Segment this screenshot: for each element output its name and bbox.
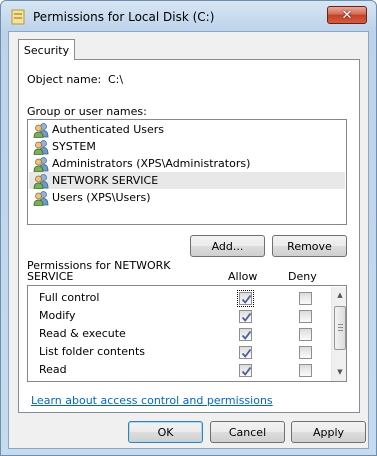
- tab-security[interactable]: Security: [18, 39, 75, 60]
- user-group-icon: [33, 190, 49, 206]
- deny-checkbox[interactable]: [299, 328, 312, 341]
- permission-row: Full control: [29, 289, 331, 307]
- permission-name: Read: [39, 363, 67, 376]
- security-tab-panel: Object name: C:\ Group or user names: Au…: [18, 59, 360, 413]
- drive-icon: [11, 9, 25, 25]
- user-list-item[interactable]: Authenticated Users: [29, 121, 345, 138]
- title-bar[interactable]: Permissions for Local Disk (C:) ✕: [1, 1, 376, 31]
- remove-button[interactable]: Remove: [272, 235, 347, 257]
- user-group-icon: [33, 139, 49, 155]
- allow-column-header: Allow: [228, 270, 258, 283]
- check-mark-icon: [241, 330, 252, 340]
- permission-name: Full control: [39, 291, 100, 304]
- deny-checkbox[interactable]: [299, 364, 312, 377]
- scroll-thumb[interactable]: [334, 306, 346, 350]
- close-icon: ✕: [341, 7, 353, 23]
- user-list-item-label: NETWORK SERVICE: [52, 174, 159, 187]
- dialog-body: Security Object name: C:\ Group or user …: [8, 31, 369, 449]
- user-list-item-label: Administrators (XPS\Administrators): [52, 157, 251, 170]
- permission-row: Modify: [29, 307, 331, 325]
- deny-column-header: Deny: [288, 270, 317, 283]
- close-button[interactable]: ✕: [327, 6, 367, 24]
- check-mark-icon: [241, 366, 252, 376]
- permission-name: Modify: [39, 309, 76, 322]
- permission-row: Read: [29, 361, 331, 379]
- object-name-label: Object name:: [27, 73, 102, 86]
- group-list-label: Group or user names:: [27, 105, 147, 118]
- permissions-list: Read List folder contents Read & execute Mo…: [27, 285, 347, 382]
- user-list-item[interactable]: NETWORK SERVICE: [29, 172, 345, 189]
- allow-checkbox[interactable]: [239, 364, 252, 377]
- permission-row: List folder contents: [29, 343, 331, 361]
- ok-button[interactable]: OK: [128, 421, 203, 443]
- check-mark-icon: [241, 294, 252, 304]
- permission-name: List folder contents: [39, 345, 145, 358]
- deny-checkbox[interactable]: [299, 292, 312, 305]
- scroll-up-icon[interactable]: ▲: [332, 287, 346, 303]
- allow-checkbox[interactable]: [239, 346, 252, 359]
- user-list-item[interactable]: Administrators (XPS\Administrators): [29, 155, 345, 172]
- allow-checkbox[interactable]: [237, 290, 254, 307]
- apply-button[interactable]: Apply: [291, 421, 366, 443]
- permissions-label-line2: SERVICE: [27, 270, 74, 283]
- scroll-down-icon[interactable]: ▼: [332, 364, 346, 380]
- deny-checkbox[interactable]: [299, 346, 312, 359]
- access-control-help-link[interactable]: Learn about access control and permissio…: [31, 394, 273, 407]
- user-list-item-label: Users (XPS\Users): [52, 191, 151, 204]
- user-list-item[interactable]: Users (XPS\Users): [29, 189, 345, 206]
- permission-row: Read & execute: [29, 325, 331, 343]
- grip-line: [338, 324, 343, 325]
- add-button[interactable]: Add...: [190, 235, 265, 257]
- grip-line: [338, 327, 343, 328]
- group-user-list[interactable]: Authenticated Users SYSTEM Administrators …: [27, 119, 347, 225]
- user-list-item-label: Authenticated Users: [52, 123, 165, 136]
- allow-checkbox[interactable]: [239, 310, 252, 323]
- user-group-icon: [33, 122, 49, 138]
- check-mark-icon: [241, 348, 252, 358]
- cancel-button[interactable]: Cancel: [210, 421, 285, 443]
- permission-name: Read & execute: [39, 327, 126, 340]
- permissions-scrollbar[interactable]: ▲ ▼: [331, 287, 346, 381]
- user-list-item-label: SYSTEM: [52, 140, 96, 153]
- window-title: Permissions for Local Disk (C:): [33, 10, 215, 24]
- user-group-icon: [33, 156, 49, 172]
- object-name-value: C:\: [108, 73, 124, 86]
- permissions-window: Permissions for Local Disk (C:) ✕ Securi…: [0, 0, 377, 456]
- check-mark-icon: [241, 312, 252, 322]
- grip-line: [338, 330, 343, 331]
- user-list-item[interactable]: SYSTEM: [29, 138, 345, 155]
- allow-checkbox[interactable]: [239, 328, 252, 341]
- user-group-icon: [33, 173, 49, 189]
- deny-checkbox[interactable]: [299, 310, 312, 323]
